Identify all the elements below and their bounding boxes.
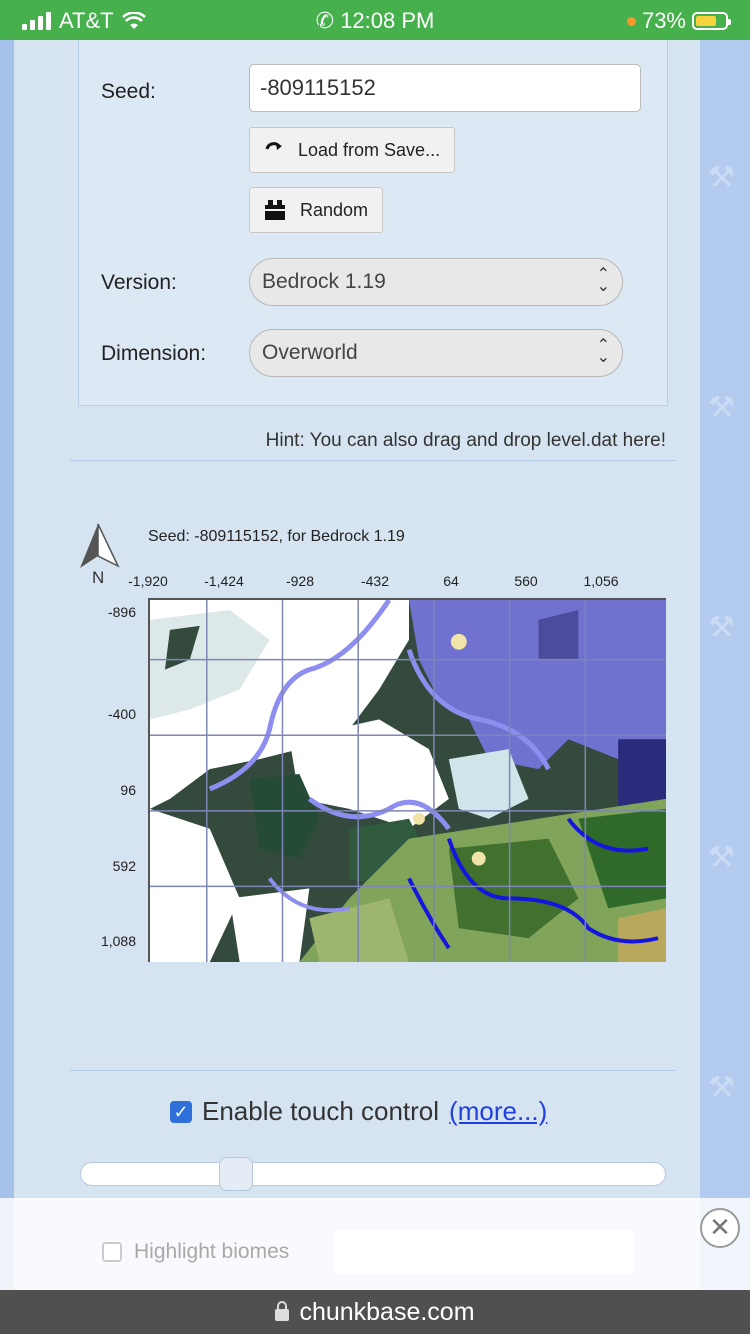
- hammer-icon: ⚒: [708, 161, 735, 194]
- touch-control-checkbox[interactable]: ✓: [170, 1100, 192, 1123]
- more-info-link[interactable]: (more...): [449, 1096, 547, 1127]
- x-tick: 64: [443, 573, 459, 589]
- status-right: 73%: [626, 8, 731, 34]
- seed-label: Seed:: [101, 80, 156, 103]
- load-from-save-label: Load from Save...: [298, 139, 441, 160]
- touch-control-toggle[interactable]: ✓ Enable touch control (more...): [170, 1096, 547, 1127]
- gift-icon: [265, 200, 285, 220]
- battery-percent: 73%: [641, 8, 686, 33]
- recording-dot-icon: [626, 16, 636, 26]
- highlight-biomes-select[interactable]: [334, 1230, 634, 1274]
- map-title: Seed: -809115152, for Bedrock 1.19: [148, 528, 405, 545]
- version-value: Bedrock 1.19: [262, 270, 386, 293]
- highlight-biomes-checkbox[interactable]: [102, 1242, 122, 1262]
- zoom-slider-thumb[interactable]: [219, 1157, 253, 1191]
- version-select[interactable]: Bedrock 1.19 ⌃ ⌄: [249, 258, 623, 306]
- select-chevron-icon: ⌃ ⌄: [596, 337, 610, 366]
- highlight-biomes-option[interactable]: Highlight biomes: [102, 1240, 289, 1264]
- x-tick: -432: [360, 573, 390, 589]
- url-domain: chunkbase.com: [299, 1297, 475, 1326]
- dimension-select[interactable]: Overworld ⌃ ⌄: [249, 329, 623, 377]
- y-tick: 96: [120, 782, 136, 798]
- refresh-icon: [265, 142, 282, 150]
- north-label: N: [92, 568, 105, 587]
- divider: [70, 1070, 676, 1071]
- version-label: Version:: [101, 271, 177, 294]
- drag-drop-hint: Hint: You can also drag and drop level.d…: [265, 430, 666, 451]
- touch-control-label: Enable touch control: [202, 1096, 440, 1126]
- random-label: Random: [300, 199, 369, 220]
- hammer-icon: ⚒: [708, 391, 735, 424]
- random-button[interactable]: Random: [249, 187, 384, 233]
- x-tick: -1,920: [128, 573, 168, 589]
- north-arrow-icon: [80, 523, 120, 568]
- hammer-icon: ⚒: [708, 841, 735, 874]
- biome-map-panel: N Seed: -809115152, for Bedrock 1.19 -1,…: [76, 520, 686, 970]
- load-from-save-button[interactable]: Load from Save...: [249, 127, 456, 173]
- y-tick: -400: [107, 706, 136, 722]
- lock-icon: [275, 1301, 290, 1321]
- url-bar[interactable]: chunkbase.com: [0, 1290, 750, 1334]
- y-tick: 592: [112, 858, 136, 874]
- divider: [70, 460, 676, 461]
- x-tick: -928: [285, 573, 315, 589]
- phone-icon: ✆: [315, 8, 335, 33]
- zoom-slider[interactable]: [80, 1157, 666, 1191]
- clock-label: 12:08 PM: [340, 8, 435, 33]
- main-panel: Seed: Load from Save... Random Version: …: [14, 40, 700, 1290]
- battery-icon: [692, 12, 731, 30]
- y-tick: 1,088: [100, 933, 136, 949]
- hammer-icon: ⚒: [708, 611, 735, 644]
- biome-highlight-overlay: Highlight biomes: [0, 1198, 750, 1290]
- x-tick: 1,056: [583, 573, 619, 589]
- biome-map-canvas[interactable]: [148, 598, 666, 962]
- status-bar: AT&T ✆ 12:08 PM 73%: [0, 0, 750, 40]
- x-tick: -1,424: [204, 573, 244, 589]
- select-chevron-icon: ⌃ ⌄: [596, 266, 610, 295]
- page-background-left: [0, 40, 14, 1290]
- dimension-value: Overworld: [262, 341, 358, 364]
- x-tick: 560: [514, 573, 538, 589]
- dimension-label: Dimension:: [101, 342, 207, 365]
- page-background-right: ⚒ ⚒ ⚒ ⚒ ⚒: [700, 40, 750, 1290]
- y-tick: -896: [107, 604, 136, 620]
- seed-input[interactable]: [249, 64, 641, 112]
- hammer-icon: ⚒: [708, 1071, 735, 1104]
- highlight-biomes-label: Highlight biomes: [134, 1240, 290, 1263]
- close-overlay-button[interactable]: ✕: [700, 1208, 740, 1248]
- seed-form: Seed: Load from Save... Random Version: …: [78, 40, 668, 406]
